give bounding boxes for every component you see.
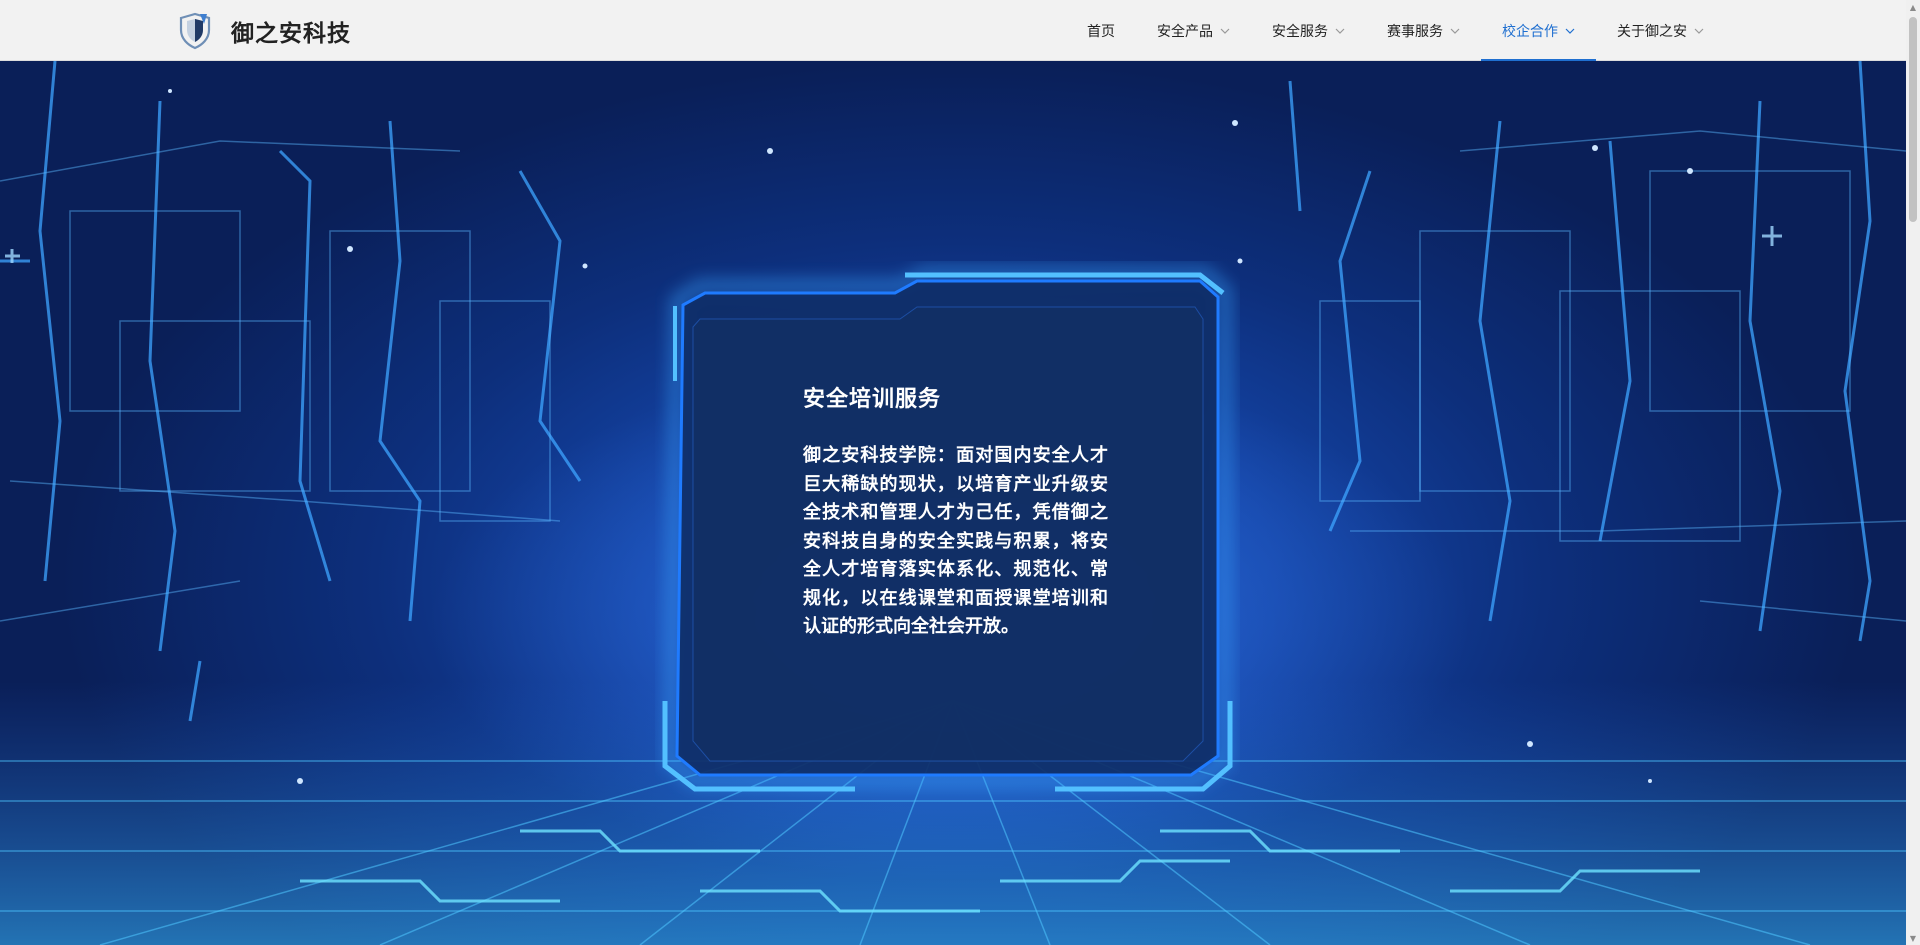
scroll-up-arrow-icon[interactable]: ▲ (1906, 0, 1920, 14)
nav-item-label: 安全服务 (1272, 23, 1328, 40)
hero-banner: 安全培训服务 御之安科技学院：面对国内安全人才巨大稀缺的现状，以培育产业升级安全… (0, 61, 1906, 945)
card-content: 安全培训服务 御之安科技学院：面对国内安全人才巨大稀缺的现状，以培育产业升级安全… (803, 381, 1108, 642)
nav-item-0[interactable]: 首页 (1066, 0, 1136, 61)
nav-item-label: 关于御之安 (1617, 23, 1687, 40)
chevron-down-icon (1335, 28, 1345, 34)
page-scrollbar[interactable]: ▲ ▼ (1906, 0, 1920, 945)
main-nav: 首页 安全产品 安全服务 赛事服务 校企合作 关于御之安 (1066, 0, 1725, 61)
chevron-down-icon (1694, 28, 1704, 34)
nav-item-2[interactable]: 安全服务 (1251, 0, 1366, 61)
scrollbar-thumb[interactable] (1909, 17, 1917, 222)
brand-logo[interactable]: 御之安科技 (178, 12, 351, 50)
card-title: 安全培训服务 (803, 387, 942, 412)
brand-name: 御之安科技 (231, 21, 351, 47)
nav-item-label: 首页 (1087, 23, 1115, 40)
chevron-down-icon (1565, 28, 1575, 34)
nav-item-5[interactable]: 关于御之安 (1596, 0, 1725, 61)
nav-item-label: 校企合作 (1502, 23, 1558, 40)
chevron-down-icon (1220, 28, 1230, 34)
shield-logo-icon (179, 12, 211, 50)
card-description: 御之安科技学院：面对国内安全人才巨大稀缺的现状，以培育产业升级安全技术和管理人才… (803, 445, 1108, 637)
nav-item-4[interactable]: 校企合作 (1481, 0, 1596, 61)
nav-item-label: 安全产品 (1157, 23, 1213, 40)
service-card: 安全培训服务 御之安科技学院：面对国内安全人才巨大稀缺的现状，以培育产业升级安全… (655, 261, 1240, 801)
nav-item-1[interactable]: 安全产品 (1136, 0, 1251, 61)
scroll-down-arrow-icon[interactable]: ▼ (1906, 931, 1920, 945)
chevron-down-icon (1450, 28, 1460, 34)
nav-item-label: 赛事服务 (1387, 23, 1443, 40)
nav-item-3[interactable]: 赛事服务 (1366, 0, 1481, 61)
site-header: 御之安科技 首页 安全产品 安全服务 赛事服务 校企合作 关于御之安 (0, 0, 1906, 61)
